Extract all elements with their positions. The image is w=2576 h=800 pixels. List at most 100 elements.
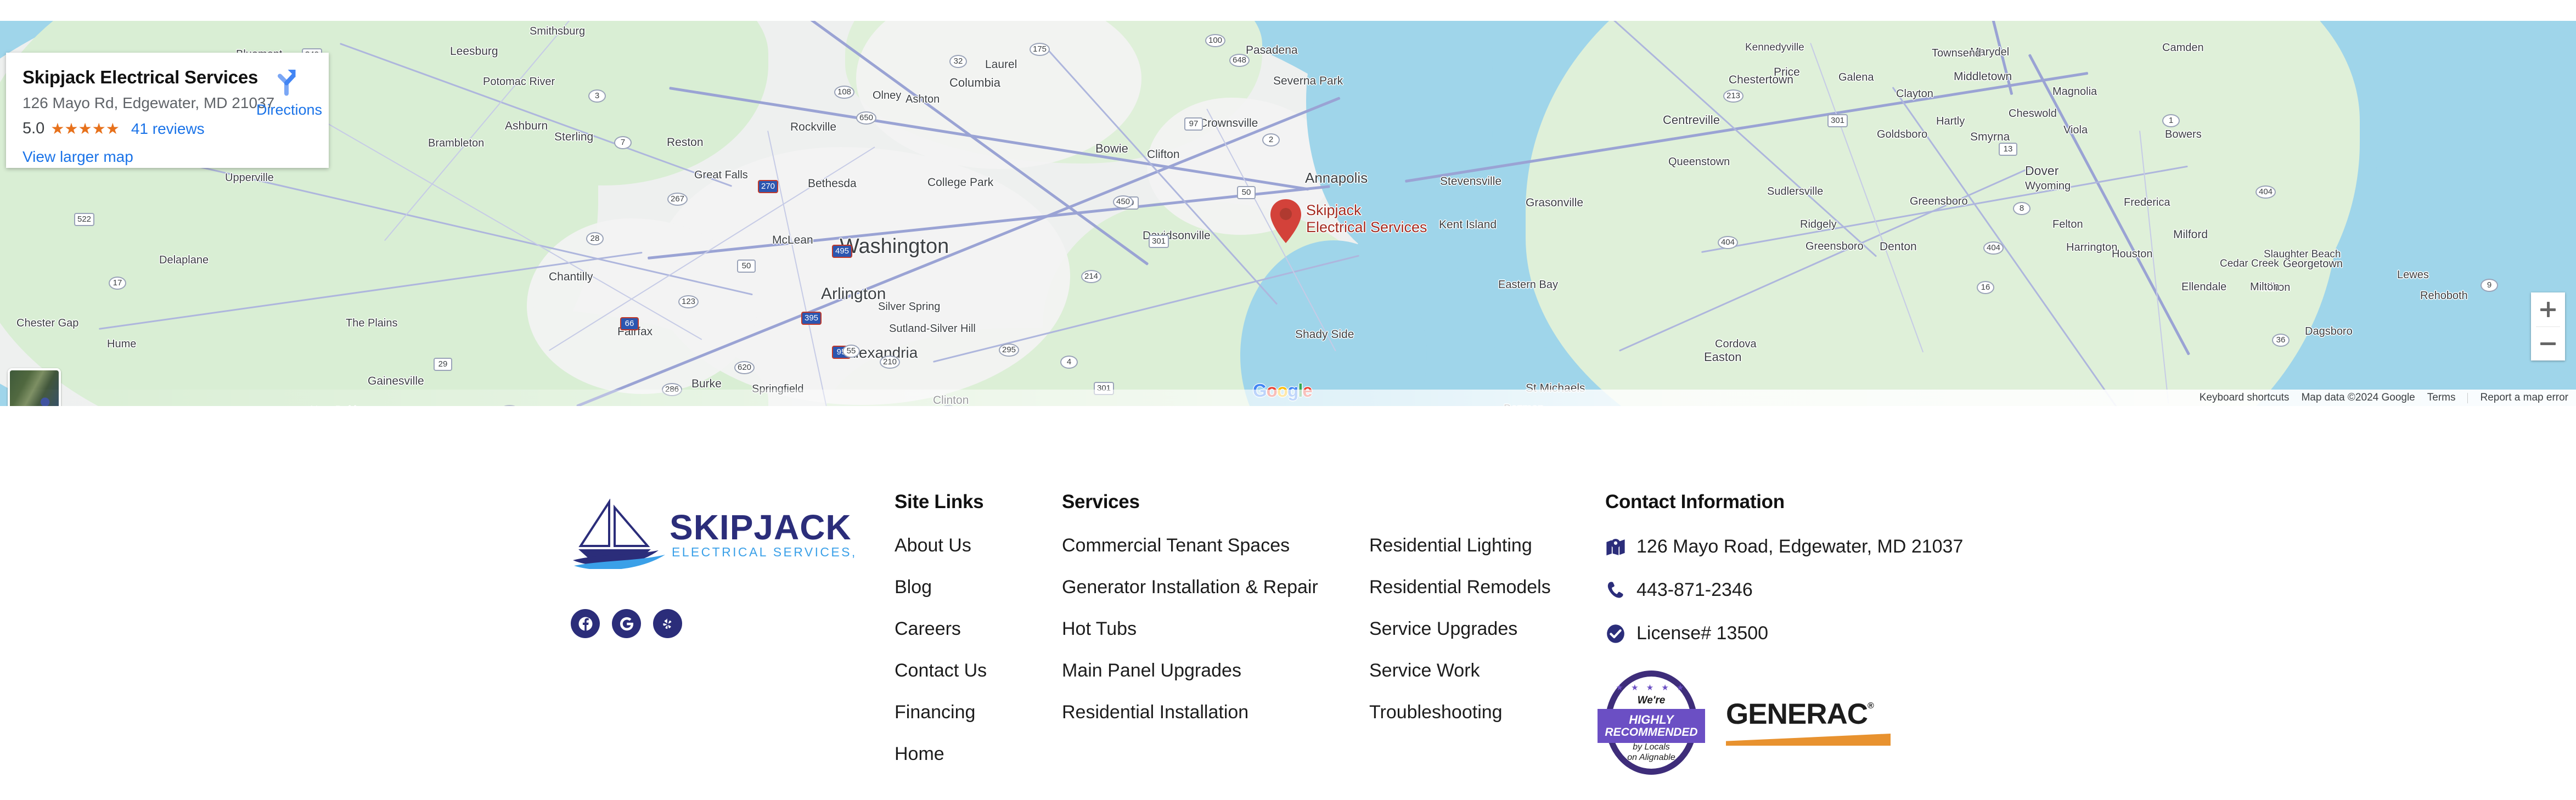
map-marker-label: Skipjack Electrical Services xyxy=(1306,202,1427,235)
map-zoom-controls[interactable] xyxy=(2531,292,2565,360)
map-route-shield-30: 17 xyxy=(109,277,126,290)
footer-services-column-1: Services Commercial Tenant Spaces Generat… xyxy=(1062,491,1369,745)
map-attribution-bar: Keyboard shortcuts Map data ©2024 Google… xyxy=(0,390,2576,406)
service-link-4[interactable]: Residential Installation xyxy=(1062,703,1369,722)
map-route-shield-26: 9 xyxy=(2481,279,2498,292)
map-route-shield-20: 267 xyxy=(667,193,688,206)
map-route-shield-19: 28 xyxy=(586,232,604,245)
site-link-5[interactable]: Home xyxy=(895,745,1062,763)
map-route-shield-37: 3 xyxy=(588,89,606,103)
footer-contact-column: Contact Information 126 Mayo Road, Edgew… xyxy=(1598,491,1989,775)
seal-highly-label: HIGHLY xyxy=(1629,713,1674,727)
yelp-icon[interactable] xyxy=(653,609,682,638)
services-heading: Services xyxy=(1062,491,1140,512)
logo-tagline: ELECTRICAL SERVICES, INC xyxy=(672,545,856,559)
map-route-shield-13: 270 xyxy=(758,180,779,193)
contact-license-row: License# 13500 xyxy=(1605,623,1989,644)
service-link-2[interactable]: Hot Tubs xyxy=(1062,619,1369,638)
reviews-link[interactable]: 41 reviews xyxy=(131,120,205,138)
site-link-2[interactable]: Careers xyxy=(895,619,1062,638)
place-info-card[interactable]: Skipjack Electrical Services 126 Mayo Rd… xyxy=(6,53,329,168)
contact-phone-row[interactable]: 443-871-2346 xyxy=(1605,579,1989,601)
seal-bylocals-label: by Locals xyxy=(1633,742,1670,752)
view-larger-map-link[interactable]: View larger map xyxy=(23,148,313,166)
map-route-shield-14: 66 xyxy=(620,317,639,330)
map-route-shield-5: 214 xyxy=(1081,270,1102,283)
map-route-shield-31: 522 xyxy=(74,213,95,226)
service-link-0[interactable]: Commercial Tenant Spaces xyxy=(1062,536,1369,555)
map-route-shield-43: 100 xyxy=(1205,34,1226,47)
check-badge-icon xyxy=(1607,624,1624,643)
site-link-0[interactable]: About Us xyxy=(895,536,1062,555)
service-link-4[interactable]: Troubleshooting xyxy=(1369,703,1605,722)
seal-stars-icon: ★ ★ ★ ★ ★ xyxy=(1616,683,1687,692)
map-route-shield-22: 404 xyxy=(1718,236,1739,249)
map-route-shield-24: 1 xyxy=(2162,114,2180,127)
google-map[interactable]: Washington Arlington Alexandria Annapolis Bo… xyxy=(0,21,2576,406)
contact-license-text: License# 13500 xyxy=(1636,623,1769,644)
footer-services-column-2: Residential Lighting Residential Remodels… xyxy=(1369,491,1605,745)
map-route-shield-41: 175 xyxy=(1030,43,1050,56)
zoom-in-button[interactable] xyxy=(2531,292,2565,326)
services-list-2: Residential Lighting Residential Remodels… xyxy=(1369,536,1605,722)
zoom-out-button[interactable] xyxy=(2531,326,2565,360)
site-link-3[interactable]: Contact Us xyxy=(895,661,1062,680)
services-list-1: Commercial Tenant Spaces Generator Instal… xyxy=(1062,536,1369,722)
directions-icon xyxy=(278,70,296,96)
contact-address-row[interactable]: 126 Mayo Road, Edgewater, MD 21037 xyxy=(1605,536,1989,557)
generac-dealer-badge[interactable]: GENERAC® xyxy=(1726,700,1891,746)
map-route-shield-44: 648 xyxy=(1229,54,1250,67)
terms-link[interactable]: Terms xyxy=(2427,392,2456,404)
attribution-divider xyxy=(2467,392,2468,403)
service-link-1[interactable]: Generator Installation & Repair xyxy=(1062,578,1369,596)
map-route-shield-47: 36 xyxy=(2272,334,2290,347)
service-link-2[interactable]: Service Upgrades xyxy=(1369,619,1605,638)
map-icon xyxy=(1606,538,1625,555)
alignable-recommended-badge[interactable]: ★ ★ ★ ★ ★ We're HIGHLY RECOMMENDED by Lo… xyxy=(1598,671,1705,775)
map-route-shield-48: 404 xyxy=(1983,241,2004,255)
map-route-shield-2: 301 xyxy=(1149,235,1169,248)
map-marker[interactable] xyxy=(1269,198,1303,247)
report-map-error-link[interactable]: Report a map error xyxy=(2480,392,2568,404)
keyboard-shortcuts-link[interactable]: Keyboard shortcuts xyxy=(2200,392,2290,404)
facebook-icon[interactable] xyxy=(571,609,600,638)
services-heading-spacer xyxy=(1369,491,1605,513)
seal-were-label: We're xyxy=(1637,695,1666,706)
footer-site-links-column: Site Links About Us Blog Careers Contact Us… xyxy=(895,491,1062,786)
map-route-shield-7: 4 xyxy=(1060,356,1078,369)
map-route-shield-15: 29 xyxy=(434,358,452,371)
map-route-shield-10: 295 xyxy=(999,343,1020,357)
map-route-shield-40: 32 xyxy=(949,55,967,68)
company-logo[interactable]: SKIPJACK ELECTRICAL SERVICES, INC xyxy=(571,498,895,572)
map-route-shield-27: 404 xyxy=(2256,185,2276,199)
contact-phone-text: 443-871-2346 xyxy=(1636,579,1753,600)
map-route-shield-18: 7 xyxy=(614,136,632,149)
service-link-0[interactable]: Residential Lighting xyxy=(1369,536,1605,555)
service-link-3[interactable]: Service Work xyxy=(1369,661,1605,680)
map-route-shield-16: 50 xyxy=(737,260,756,273)
map-route-shield-45: 213 xyxy=(1723,89,1744,103)
site-link-4[interactable]: Financing xyxy=(895,703,1062,722)
service-link-3[interactable]: Main Panel Upgrades xyxy=(1062,661,1369,680)
generac-text: GENERAC xyxy=(1726,698,1868,730)
google-icon[interactable] xyxy=(612,609,641,638)
map-route-shield-34: 620 xyxy=(734,361,755,374)
map-route-shield-1: 97 xyxy=(1184,117,1203,131)
footer-badges: ★ ★ ★ ★ ★ We're HIGHLY RECOMMENDED by Lo… xyxy=(1598,671,1989,775)
directions-button[interactable]: Directions xyxy=(256,65,322,119)
generac-wordmark: GENERAC® xyxy=(1726,700,1891,729)
phone-icon xyxy=(1607,581,1623,598)
site-link-1[interactable]: Blog xyxy=(895,578,1062,596)
map-route-shield-12: 495 xyxy=(832,245,853,258)
map-route-shield-9: 210 xyxy=(880,356,901,369)
logo-wordmark: SKIPJACK xyxy=(670,508,852,547)
map-route-shield-32: 55 xyxy=(842,345,860,358)
map-route-shield-4: 450 xyxy=(1113,195,1134,209)
service-link-1[interactable]: Residential Remodels xyxy=(1369,578,1605,596)
footer-brand-column: SKIPJACK ELECTRICAL SERVICES, INC xyxy=(571,491,895,638)
map-route-shield-21: 301 xyxy=(1827,114,1848,127)
seal-recommended-label: RECOMMENDED xyxy=(1605,725,1698,739)
map-route-shield-38: 108 xyxy=(834,86,855,99)
contact-address-text: 126 Mayo Road, Edgewater, MD 21037 xyxy=(1636,536,1964,557)
social-links[interactable] xyxy=(571,609,895,638)
